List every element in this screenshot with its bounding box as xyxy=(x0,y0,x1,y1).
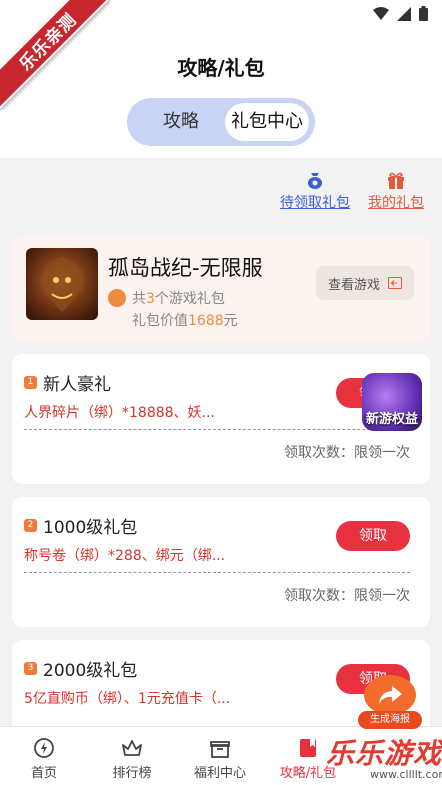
gift-count: 共3个游戏礼包 xyxy=(108,288,225,308)
game-name: 孤岛战纪-无限服 xyxy=(108,256,263,280)
segment-control: 攻略 礼包中心 xyxy=(127,98,315,146)
tab-gift-center[interactable]: 礼包中心 xyxy=(225,103,309,141)
watermark-logo-text: 乐乐游戏 xyxy=(326,737,442,770)
rank-badge: 3 xyxy=(24,662,37,675)
site-watermark: 乐乐游戏 www.cllllt.com xyxy=(326,730,442,785)
nav-ranking-label: 排行榜 xyxy=(112,766,152,781)
gift-value: 礼包价值1688元 xyxy=(132,310,238,330)
view-game-label: 查看游戏 xyxy=(327,277,380,293)
pack-title: 3 2000级礼包 xyxy=(24,656,137,681)
rank-badge: 1 xyxy=(24,376,37,389)
main-content: 待领取礼包 我的礼包 孤岛战纪-无限服 共3个游戏礼包 礼包价值1688元 查看… xyxy=(0,158,442,770)
rank-badge: 2 xyxy=(24,519,37,532)
my-gifts-label: 我的礼包 xyxy=(368,195,424,211)
gift-count-value: 3 xyxy=(146,291,155,307)
gift-count-suffix: 个游戏礼包 xyxy=(154,291,225,307)
pending-gifts-link[interactable]: 待领取礼包 xyxy=(280,170,350,212)
dragon-icon xyxy=(44,256,80,312)
claim-limit: 领取次数：限领一次 xyxy=(284,588,410,604)
nav-home-label: 首页 xyxy=(30,766,57,781)
view-game-button[interactable]: 查看游戏 xyxy=(316,266,414,300)
gift-value-amount: 1688 xyxy=(188,313,224,329)
gift-icon xyxy=(388,172,404,189)
tab-guide[interactable]: 攻略 xyxy=(137,103,225,141)
nav-home[interactable]: 首页 xyxy=(0,737,88,781)
new-game-badge-label: 新游权益 xyxy=(365,412,418,427)
claim-button[interactable]: 领取 xyxy=(336,521,410,551)
claim-limit: 领取次数：限领一次 xyxy=(284,445,410,461)
book-icon xyxy=(300,739,316,757)
pack-title-label: 1000级礼包 xyxy=(43,518,138,538)
dashed-divider xyxy=(24,429,410,430)
pack-title-label: 新人豪礼 xyxy=(43,375,111,395)
pending-gifts-label: 待领取礼包 xyxy=(280,195,350,211)
enter-icon xyxy=(388,277,402,289)
crown-icon xyxy=(122,740,142,756)
signal-icon xyxy=(397,6,411,21)
gift-pack-card: 2 1000级礼包 称号卷（绑）*288、绑元（绑... 领取 领取次数：限领一次 xyxy=(12,497,430,627)
my-gifts-link[interactable]: 我的礼包 xyxy=(368,170,424,212)
gift-count-icon xyxy=(108,289,126,307)
ribbon-label: 乐乐亲测 xyxy=(0,0,110,110)
game-card: 孤岛战纪-无限服 共3个游戏礼包 礼包价值1688元 查看游戏 xyxy=(12,236,430,340)
gift-value-prefix: 礼包价值 xyxy=(132,313,188,329)
poster-label: 生成海报 xyxy=(358,711,422,729)
status-icons xyxy=(373,6,428,21)
gift-box-icon xyxy=(210,741,230,758)
poster-circle xyxy=(364,675,416,715)
nav-ranking[interactable]: 排行榜 xyxy=(88,737,176,781)
pack-items: 称号卷（绑）*288、绑元（绑... xyxy=(24,548,226,564)
watermark-url: www.cllllt.com xyxy=(370,768,442,781)
gift-value-suffix: 元 xyxy=(223,313,238,329)
pack-title-label: 2000级礼包 xyxy=(43,661,138,681)
wifi-icon xyxy=(373,6,389,20)
money-bag-icon xyxy=(308,173,322,189)
game-cover-image xyxy=(26,248,98,320)
pack-items: 人界碎片（绑）*18888、妖... xyxy=(24,405,215,421)
home-icon xyxy=(34,738,54,758)
generate-poster-button[interactable]: 生成海报 xyxy=(358,675,422,733)
dashed-divider xyxy=(24,572,410,573)
new-game-perks-badge[interactable]: 新游权益 xyxy=(362,373,422,431)
gift-count-prefix: 共 xyxy=(132,291,146,307)
pack-title: 2 1000级礼包 xyxy=(24,513,137,538)
test-ribbon: 乐乐亲测 xyxy=(0,0,110,110)
nav-welfare[interactable]: 福利中心 xyxy=(176,737,264,781)
nav-welfare-label: 福利中心 xyxy=(193,766,246,781)
pack-title: 1 新人豪礼 xyxy=(24,370,111,395)
pack-items: 5亿直购币（绑）、1元充值卡（... xyxy=(24,691,231,707)
share-arrow-icon xyxy=(379,686,402,704)
battery-icon xyxy=(419,6,428,21)
